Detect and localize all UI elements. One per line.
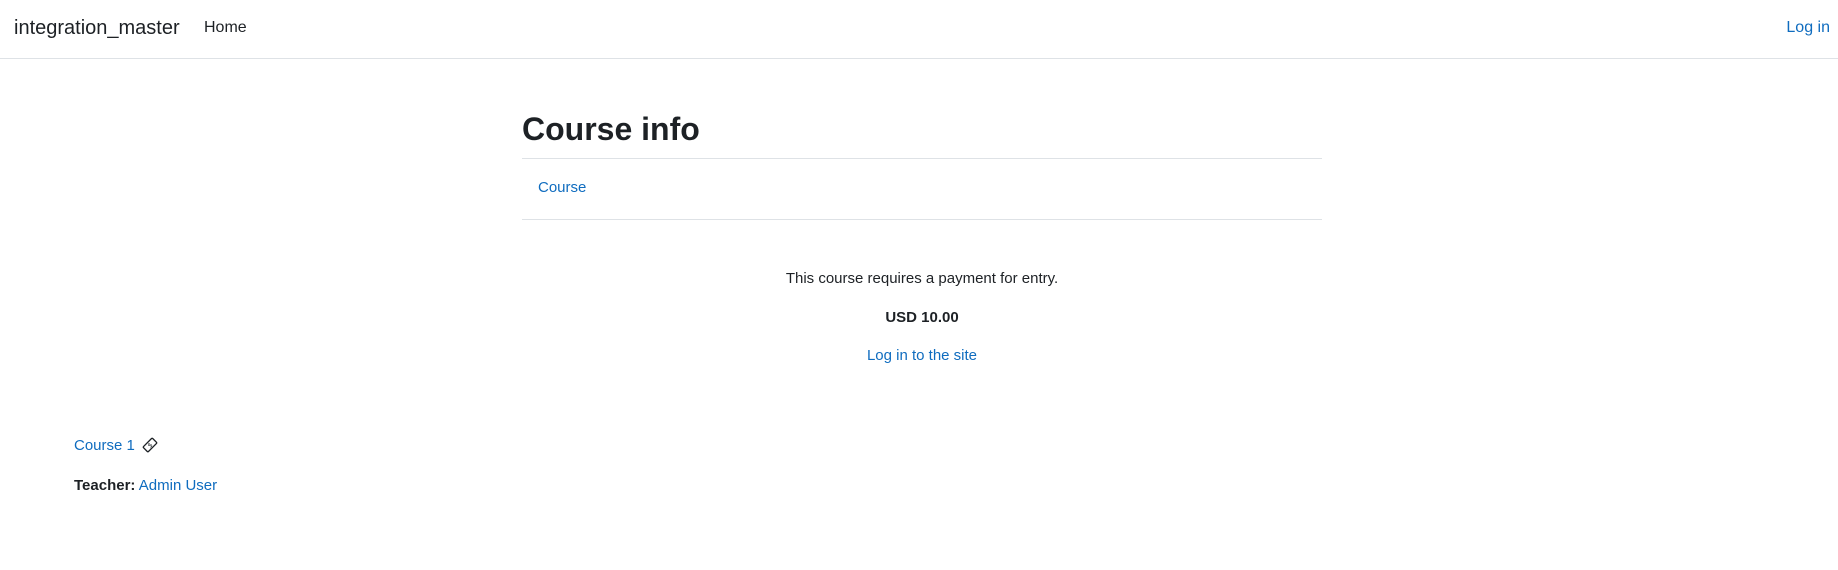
course-name-row: Course 1 $	[74, 436, 159, 454]
payment-ticket-icon: $	[141, 436, 159, 454]
course-summary-box: Course 1 $ Teacher: Admin User	[74, 436, 217, 495]
course-link[interactable]: Course 1	[74, 437, 135, 454]
top-navbar: integration_master Home Log in	[0, 0, 1838, 59]
svg-text:$: $	[146, 441, 155, 450]
teacher-label: Teacher:	[74, 477, 136, 494]
payment-cost: USD 10.00	[885, 309, 959, 326]
nav-login-link[interactable]: Log in	[1786, 19, 1830, 37]
login-to-site-link[interactable]: Log in to the site	[867, 347, 977, 364]
site-name[interactable]: integration_master	[14, 17, 180, 40]
tab-course[interactable]: Course	[538, 179, 586, 196]
teacher-name-link[interactable]: Admin User	[139, 477, 217, 494]
payment-message: This course requires a payment for entry…	[785, 270, 1059, 287]
teacher-row: Teacher: Admin User	[74, 477, 217, 494]
nav-home-link[interactable]: Home	[204, 19, 247, 37]
page-title: Course info	[522, 111, 700, 147]
secondary-navigation: Course	[522, 158, 1322, 220]
